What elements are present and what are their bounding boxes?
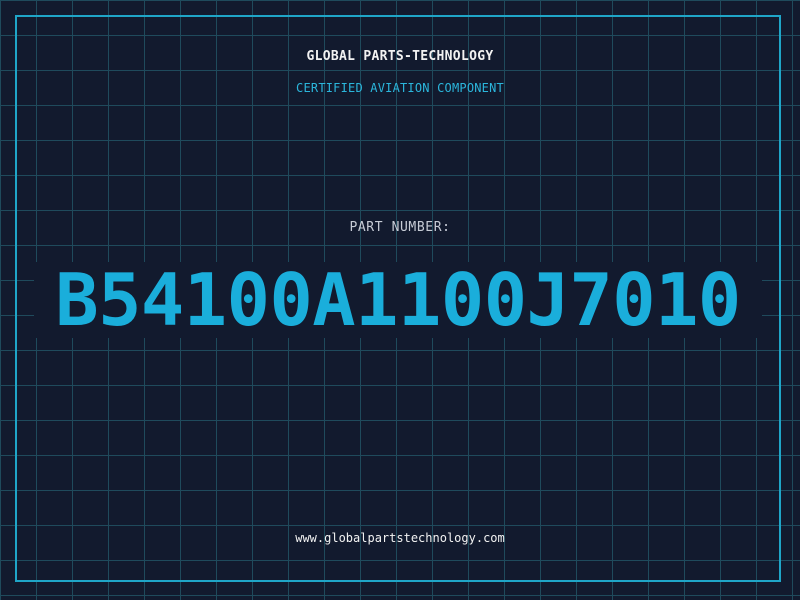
part-number-value: B54100A1100J7010 bbox=[55, 258, 741, 342]
part-label-card: GLOBAL PARTS-TECHNOLOGY CERTIFIED AVIATI… bbox=[0, 0, 800, 600]
part-number-label: PART NUMBER: bbox=[349, 220, 451, 235]
company-name: GLOBAL PARTS-TECHNOLOGY bbox=[306, 49, 494, 64]
certification-subtitle: CERTIFIED AVIATION COMPONENT bbox=[296, 81, 504, 95]
website-url: www.globalpartstechnology.com bbox=[295, 531, 505, 545]
